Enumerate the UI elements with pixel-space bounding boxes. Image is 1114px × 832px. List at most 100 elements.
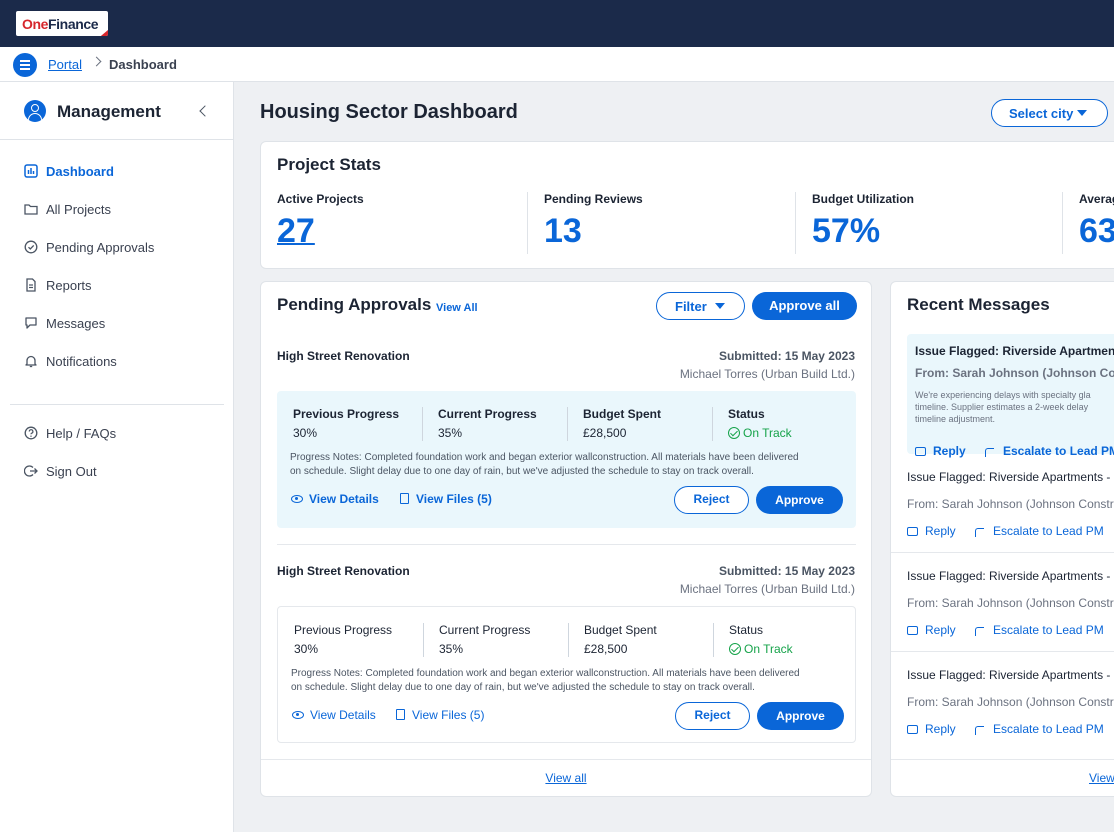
sidebar-item-sign-out[interactable]: Sign Out [0, 457, 233, 485]
escalate-link[interactable]: Escalate to Lead PM [975, 623, 1104, 637]
metric-status: Status On Track [728, 407, 868, 440]
user-icon [24, 100, 46, 122]
message-item[interactable]: Issue Flagged: Riverside Apartments - S … [891, 652, 1114, 752]
menu-icon[interactable] [13, 53, 37, 77]
metric-label: Current Progress [439, 623, 531, 637]
stat-active-projects: Active Projects 27 [277, 192, 527, 254]
stat-divider [527, 192, 528, 254]
view-all-footer-link[interactable]: View all [545, 771, 586, 785]
sidebar-item-label: Notifications [46, 354, 117, 369]
approval-submitted-date: Submitted: 15 May 2023 [718, 349, 855, 363]
pending-approvals-title: Pending Approvals [277, 295, 432, 314]
view-details-link[interactable]: View Details [292, 708, 376, 722]
chart-icon [24, 164, 38, 178]
escalate-label: Escalate to Lead PM [993, 524, 1104, 538]
sidebar-header: Management [0, 82, 233, 140]
onefinance-logo[interactable]: OneFinance [16, 11, 108, 36]
sidebar-item-notifications[interactable]: Notifications [0, 347, 233, 375]
file-icon [400, 493, 409, 504]
view-files-link[interactable]: View Files (5) [396, 708, 484, 722]
escalate-link[interactable]: Escalate to Lead PM [975, 722, 1104, 736]
project-stats-card: Project Stats Active Projects 27 Pending… [260, 141, 1114, 269]
status-text: On Track [744, 642, 793, 656]
reply-link[interactable]: Reply [907, 722, 956, 736]
status-badge: On Track [728, 426, 868, 440]
reply-link[interactable]: Reply [907, 524, 956, 538]
project-stats-title: Project Stats [277, 155, 381, 174]
metric-label: Current Progress [438, 407, 537, 421]
view-all-link[interactable]: View All [436, 302, 478, 314]
message-from: From: Sarah Johnson (Johnson Constru [907, 596, 1114, 610]
sidebar-item-label: Pending Approvals [46, 240, 155, 255]
metric-status: Status On Track [729, 623, 869, 656]
signout-icon [24, 465, 38, 477]
message-item[interactable]: Issue Flagged: Riverside Apartments - S … [891, 454, 1114, 554]
approval-project-name: High Street Renovation [277, 349, 410, 363]
messages-footer: View [891, 759, 1114, 796]
sidebar-item-all-projects[interactable]: All Projects [0, 195, 233, 223]
stat-value-link[interactable]: 27 [277, 212, 315, 251]
reject-button[interactable]: Reject [675, 702, 750, 730]
approve-all-button[interactable]: Approve all [752, 292, 857, 320]
progress-notes: Progress Notes: Completed foundation wor… [291, 667, 846, 695]
page-title: Housing Sector Dashboard [260, 101, 518, 123]
sidebar-item-label: All Projects [46, 202, 112, 217]
stat-divider [795, 192, 796, 254]
escalate-icon [975, 726, 984, 735]
caret-down-icon [1077, 110, 1087, 116]
view-files-label: View Files (5) [416, 492, 492, 506]
sidebar-item-label: Reports [46, 278, 92, 293]
reply-link[interactable]: Reply [907, 623, 956, 637]
file-icon [396, 709, 405, 720]
reply-label: Reply [925, 524, 956, 538]
row-divider [277, 544, 856, 545]
logo-text-one: One [22, 16, 49, 32]
view-details-link[interactable]: View Details [291, 492, 379, 506]
message-item-featured[interactable]: Issue Flagged: Riverside Apartments From… [907, 334, 1114, 458]
message-body-line: We're experiencing delays with specialty… [915, 390, 1091, 400]
eye-icon [291, 495, 303, 503]
breadcrumb-portal-link[interactable]: Portal [48, 57, 82, 72]
metric-current-progress: Current Progress 35% [439, 623, 579, 656]
metric-divider [422, 407, 423, 441]
check-circle-icon [728, 427, 740, 439]
approval-details-box: Previous Progress 30% Current Progress 3… [277, 606, 856, 743]
sidebar-item-label: Help / FAQs [46, 426, 117, 441]
escalate-link[interactable]: Escalate to Lead PM [975, 524, 1104, 538]
logo-text-finance: Finance [48, 16, 99, 32]
message-body-line: timeline adjustment. [915, 414, 996, 424]
message-item[interactable]: Issue Flagged: Riverside Apartments - S … [891, 553, 1114, 653]
message-from: From: Sarah Johnson (Johnson Con [915, 366, 1114, 380]
stat-divider [1062, 192, 1063, 254]
metric-label: Previous Progress [293, 407, 400, 421]
view-files-link[interactable]: View Files (5) [400, 492, 492, 506]
reject-button[interactable]: Reject [674, 486, 749, 514]
approve-button[interactable]: Approve [756, 486, 843, 514]
select-city-dropdown[interactable]: Select city [991, 99, 1108, 127]
sidebar-item-dashboard[interactable]: Dashboard [0, 157, 233, 185]
progress-notes-line: Progress Notes: Completed foundation wor… [290, 452, 799, 463]
chevron-left-icon[interactable] [199, 105, 211, 117]
sidebar-item-label: Messages [46, 316, 106, 331]
sidebar-item-help[interactable]: Help / FAQs [0, 419, 233, 447]
approvals-footer: View all [261, 759, 871, 796]
approve-button[interactable]: Approve [757, 702, 844, 730]
metric-label: Previous Progress [294, 623, 393, 637]
sidebar-item-reports[interactable]: Reports [0, 271, 233, 299]
metric-previous-progress: Previous Progress 30% [293, 407, 433, 440]
status-text: On Track [743, 426, 792, 440]
metric-previous-progress: Previous Progress 30% [294, 623, 434, 656]
message-title: Issue Flagged: Riverside Apartments - S [907, 668, 1114, 682]
approval-submitter: Michael Torres (Urban Build Ltd.) [679, 582, 855, 596]
sidebar-item-messages[interactable]: Messages [0, 309, 233, 337]
view-all-messages-link[interactable]: View [1089, 771, 1114, 785]
metric-current-progress: Current Progress 35% [438, 407, 578, 440]
metric-divider [712, 407, 713, 441]
filter-button[interactable]: Filter [656, 292, 745, 320]
eye-icon [292, 711, 304, 719]
chat-icon [25, 317, 37, 329]
view-files-label: View Files (5) [412, 708, 485, 722]
approval-details-box: Previous Progress 30% Current Progress 3… [277, 391, 856, 528]
message-title: Issue Flagged: Riverside Apartments - S [907, 470, 1114, 484]
sidebar-item-pending-approvals[interactable]: Pending Approvals [0, 233, 233, 261]
